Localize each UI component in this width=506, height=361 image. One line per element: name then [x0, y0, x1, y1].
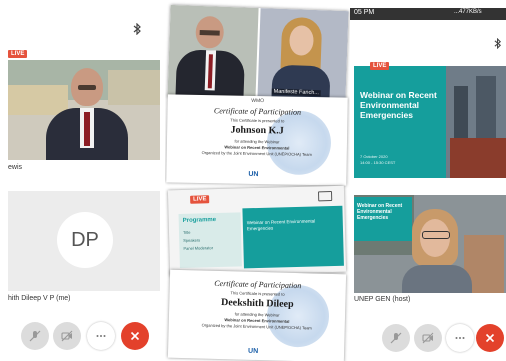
self-name-label: hith Dileep V P (me) [8, 295, 71, 302]
programme-shot: LIVE Programme Title Speakers Panel Mode… [167, 185, 347, 277]
status-network: ...477KB/s [454, 9, 482, 15]
live-badge: LIVE [370, 62, 390, 70]
close-icon [485, 333, 495, 343]
webinar-date: 7 October 2020 [360, 154, 388, 159]
webinar-time: 14:00 - 15:30 CEST [360, 160, 396, 165]
middle-collage: Manifeste Fanch... WMO Certificate of Pa… [165, 0, 350, 361]
camera-off-icon [422, 332, 434, 344]
more-icon [455, 337, 465, 339]
programme-line: Panel Moderator [183, 245, 214, 251]
avatar: DP [57, 212, 113, 268]
status-bar: 05 PM ...477KB/s [350, 8, 506, 20]
inset-slide-title: Webinar on Recent Environmental Emergenc… [357, 203, 403, 221]
video-toggle-button[interactable] [414, 324, 442, 352]
avatar-initials: DP [71, 228, 99, 251]
speaker-tile-small [167, 4, 259, 102]
bluetooth-icon [133, 22, 142, 40]
mute-button[interactable] [382, 324, 410, 352]
status-time: 05 PM [354, 9, 375, 16]
programme-title: Programme [182, 217, 217, 224]
certificate-johnson: WMO Certificate of Participation This Ce… [166, 94, 348, 186]
camera-icon [317, 191, 333, 202]
programme-banner: Webinar on Recent Environmental Emergenc… [242, 205, 344, 269]
speaker-name-label: ewis [8, 164, 23, 171]
host-name-label: UNEP GEN (host) [354, 296, 411, 303]
more-options-button[interactable] [87, 322, 115, 350]
camera-off-icon [61, 330, 73, 342]
bluetooth-icon [494, 36, 502, 54]
live-badge: LIVE [190, 195, 210, 204]
programme-card: Programme Title Speakers Panel Moderator [178, 212, 242, 269]
left-phone-screen: LIVE ewis DP hith Dileep V P (me) [0, 0, 165, 361]
live-badge: LIVE [8, 50, 28, 58]
programme-banner-text: Webinar on Recent Environmental Emergenc… [246, 218, 316, 232]
microphone-off-icon [390, 332, 402, 344]
certificate-deekshith: Certificate of Participation This Certif… [167, 269, 347, 361]
end-call-button[interactable] [476, 324, 504, 352]
programme-line: Title [182, 229, 191, 235]
certificate-recipient-name: Johnson K.J [230, 124, 284, 137]
host-video[interactable]: Webinar on Recent Environmental Emergenc… [354, 195, 506, 293]
participant-tile: Manifeste Fanch... [257, 8, 349, 104]
certificate-header: WMO [251, 97, 265, 105]
speaker-video[interactable] [8, 60, 160, 160]
top-video-shot: Manifeste Fanch... [167, 4, 349, 104]
end-call-button[interactable] [121, 322, 149, 350]
close-icon [130, 331, 140, 341]
certificate-title: Certificate of Participation [213, 106, 302, 117]
video-toggle-button[interactable] [53, 322, 81, 350]
webinar-title: Webinar on Recent Environmental Emergenc… [360, 90, 437, 120]
un-logo-text: UN [247, 347, 259, 356]
right-phone-screen: 05 PM ...477KB/s Webinar on Recent Envir… [350, 0, 506, 361]
more-options-button[interactable] [446, 324, 474, 352]
microphone-off-icon [29, 330, 41, 342]
more-icon [96, 335, 106, 337]
mute-button[interactable] [21, 322, 49, 350]
webinar-slide[interactable]: Webinar on Recent Environmental Emergenc… [354, 66, 506, 178]
inset-slide: Webinar on Recent Environmental Emergenc… [354, 197, 412, 241]
programme-line: Speakers [183, 237, 201, 243]
un-logo-text: UN [248, 170, 259, 179]
